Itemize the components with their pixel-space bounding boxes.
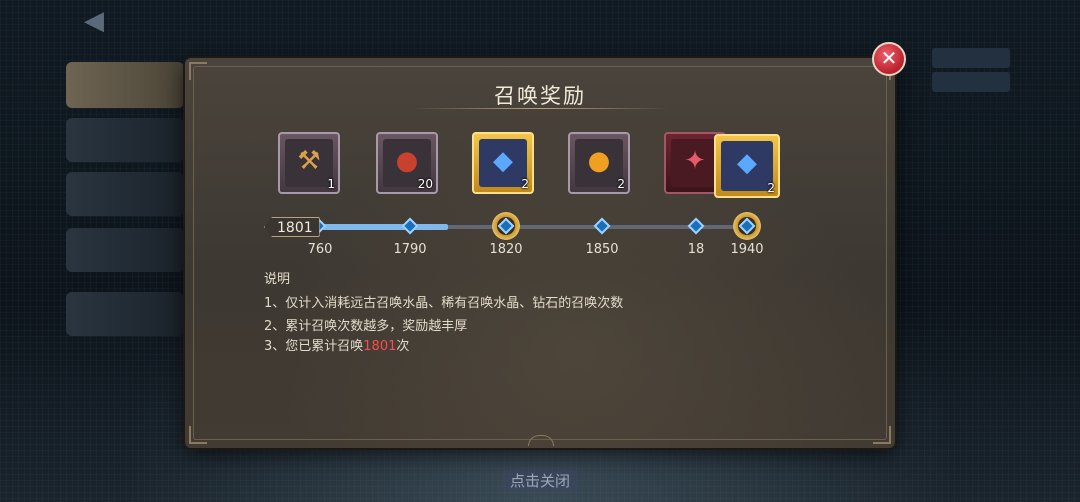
crafting-material-icon: ⚒ bbox=[297, 146, 321, 176]
background-side-tab bbox=[66, 118, 184, 162]
current-count-marker: 1801 bbox=[264, 217, 320, 237]
description-line3-prefix: 3、您已累计召唤 bbox=[264, 339, 364, 354]
milestone-label: 1790 bbox=[393, 242, 427, 257]
tap-to-close-label[interactable]: 点击关闭 bbox=[501, 470, 578, 492]
blue-crystal-icon: ◆ bbox=[493, 146, 513, 176]
milestone-node bbox=[687, 217, 705, 235]
featured-milestone-label: 1940 bbox=[730, 242, 764, 257]
description-line: 3、您已累计召唤1801次 bbox=[264, 335, 409, 354]
featured-reward[interactable]: ◆ 2 bbox=[712, 132, 782, 198]
background-side-tab bbox=[66, 62, 184, 108]
milestone-label: 760 bbox=[307, 242, 333, 257]
reward-item[interactable]: ◆ 2 bbox=[714, 134, 780, 198]
title-divider bbox=[410, 108, 670, 109]
corner-ornament bbox=[189, 62, 207, 80]
description-heading: 说明 bbox=[264, 272, 291, 287]
reward-quantity: 2 bbox=[521, 177, 529, 191]
tap-to-close[interactable]: 点击关闭 bbox=[0, 470, 1080, 492]
reward-item[interactable]: ● 20 bbox=[376, 132, 438, 194]
back-arrow-icon: ◀ bbox=[84, 6, 104, 36]
description-line: 1、仅计入消耗远古召唤水晶、稀有召唤水晶、钻石的召唤次数 bbox=[264, 296, 624, 311]
background-side-tab bbox=[66, 172, 184, 216]
blue-crystal-icon: ◆ bbox=[737, 148, 757, 178]
bottom-ornament bbox=[528, 435, 554, 446]
progress-fill bbox=[312, 224, 448, 230]
milestone-label: 1820 bbox=[489, 242, 523, 257]
milestone-node bbox=[401, 217, 419, 235]
background-badge bbox=[932, 48, 1010, 68]
corner-ornament bbox=[189, 426, 207, 444]
reward-quantity: 2 bbox=[617, 177, 625, 191]
reward-item[interactable]: ⚒ 1 bbox=[278, 132, 340, 194]
corner-ornament bbox=[873, 426, 891, 444]
reward-item[interactable]: ● 2 bbox=[568, 132, 630, 194]
close-x-icon: ✕ bbox=[880, 46, 898, 70]
reward-item[interactable]: ◆ 2 bbox=[472, 132, 534, 194]
golden-orb-icon: ● bbox=[587, 146, 611, 176]
milestone-node-reached bbox=[492, 212, 520, 240]
description-line3-suffix: 次 bbox=[396, 339, 410, 354]
background-side-tab bbox=[66, 228, 184, 272]
reward-quantity: 2 bbox=[767, 181, 775, 195]
milestone-label: 1850 bbox=[585, 242, 619, 257]
background-side-tab bbox=[66, 292, 184, 336]
meat-food-icon: ● bbox=[395, 146, 419, 176]
reward-quantity: 1 bbox=[327, 177, 335, 191]
summon-count-value: 1801 bbox=[363, 339, 397, 354]
close-button[interactable]: ✕ bbox=[872, 42, 906, 76]
background-badge bbox=[932, 72, 1010, 92]
milestone-node bbox=[593, 217, 611, 235]
milestone-node-gold bbox=[733, 212, 761, 240]
description-line: 2、累计召唤次数越多，奖励越丰厚 bbox=[264, 319, 468, 334]
reward-quantity: 20 bbox=[417, 177, 433, 191]
panel-title: 召唤奖励 bbox=[494, 84, 586, 108]
